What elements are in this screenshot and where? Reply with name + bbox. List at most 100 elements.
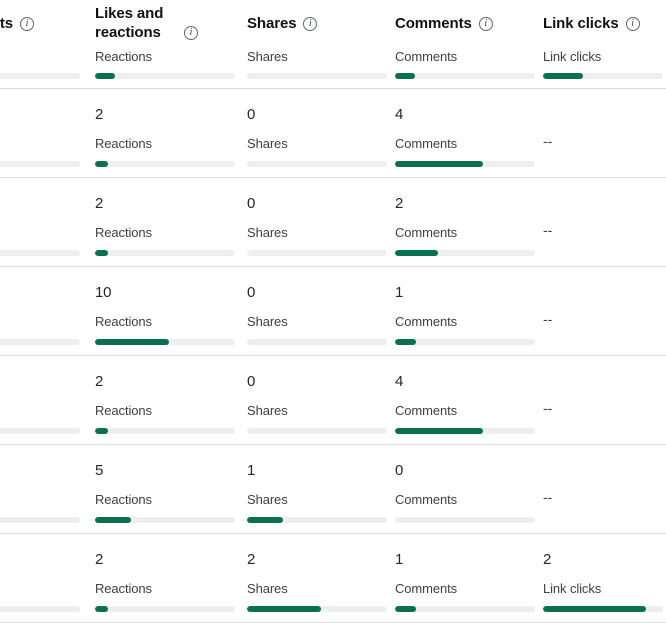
table-row[interactable]: gements 2 Reactions 0 Shares 4 Comments -- <box>0 356 666 445</box>
table-row[interactable]: gements 2 Reactions 0 Shares 4 Comments -- <box>0 89 666 178</box>
metric-bar-fill <box>395 339 416 345</box>
cell-reactions: 5 Reactions <box>95 445 235 533</box>
metric-value: 2 <box>395 195 404 212</box>
metric-label: Reactions <box>95 581 152 596</box>
cell-linkclicks: Link clicks <box>543 47 663 88</box>
metric-bar-track <box>0 73 80 79</box>
metric-bar-track <box>395 428 535 434</box>
metric-label: Comments <box>395 136 458 151</box>
metric-bar-fill <box>95 606 108 612</box>
metric-bar-fill <box>543 73 583 79</box>
table-row[interactable]: gements 5 Reactions 1 Shares 0 Comments -- <box>0 445 666 534</box>
metric-bar-track <box>0 250 80 256</box>
metric-bar-track <box>95 517 235 523</box>
table-row[interactable]: gements Reactions Shares Comments Link click… <box>0 47 666 89</box>
cell-comments: Comments <box>395 47 535 88</box>
cell-shares: 1 Shares <box>247 445 387 533</box>
metric-label: Comments <box>395 581 458 596</box>
metric-value: 4 <box>395 106 404 123</box>
column-header-linkclicks: Link clicks i <box>543 0 640 47</box>
empty-value: -- <box>543 133 553 149</box>
metric-label: Reactions <box>95 314 152 329</box>
metric-label: Shares <box>247 492 288 507</box>
cell-engagements: gements <box>0 534 80 622</box>
cell-linkclicks: -- <box>543 356 663 444</box>
metric-bar-fill <box>543 606 647 612</box>
cell-reactions: 2 Reactions <box>95 534 235 622</box>
metric-bar-track <box>247 517 387 523</box>
metric-value: 1 <box>395 551 404 568</box>
column-header-label: Link clicks <box>543 15 619 32</box>
empty-value: -- <box>543 222 553 238</box>
metric-bar-track <box>0 517 80 523</box>
empty-value: -- <box>543 489 553 505</box>
metric-bar-track <box>95 428 235 434</box>
cell-shares: 0 Shares <box>247 178 387 266</box>
metric-value: 2 <box>95 551 104 568</box>
cell-linkclicks: -- <box>543 445 663 533</box>
column-header-engagements: gements i <box>0 0 34 47</box>
metric-label: Shares <box>247 403 288 418</box>
metric-value: 1 <box>395 284 404 301</box>
metric-bar-fill <box>95 428 108 434</box>
metric-bar-track <box>247 339 387 345</box>
metric-value: 1 <box>247 462 256 479</box>
metric-value: 0 <box>247 373 256 390</box>
table-header-row: gementsiLikes and reactionsiSharesiComme… <box>0 0 666 47</box>
column-header-shares: Shares i <box>247 0 318 47</box>
metric-value: 10 <box>95 284 112 301</box>
metric-value: 2 <box>95 373 104 390</box>
metric-bar-track <box>395 161 535 167</box>
table-row[interactable]: gements 2 Reactions 2 Shares 1 Comments 2 Link c… <box>0 534 666 623</box>
cell-comments: 1 Comments <box>395 267 535 355</box>
cell-reactions: 2 Reactions <box>95 178 235 266</box>
metric-bar-track <box>543 606 663 612</box>
cell-engagements: gements <box>0 178 80 266</box>
metric-bar-fill <box>247 517 284 523</box>
metric-label: Comments <box>395 49 458 64</box>
metric-label: Reactions <box>95 403 152 418</box>
cell-shares: 0 Shares <box>247 356 387 444</box>
metric-bar-fill <box>395 161 484 167</box>
cell-shares: Shares <box>247 47 387 88</box>
metric-bar-track <box>543 73 663 79</box>
metric-bar-track <box>395 339 535 345</box>
metric-label: Link clicks <box>543 581 602 596</box>
info-icon[interactable]: i <box>625 16 640 31</box>
cell-reactions: Reactions <box>95 47 235 88</box>
metric-bar-track <box>395 606 535 612</box>
metric-bar-track <box>247 161 387 167</box>
cell-linkclicks: -- <box>543 89 663 177</box>
metric-label: Shares <box>247 225 288 240</box>
metric-value: 2 <box>543 551 552 568</box>
cell-comments: 4 Comments <box>395 356 535 444</box>
metric-bar-track <box>0 339 80 345</box>
table-row[interactable]: gements 2 Reactions 0 Shares 2 Comments -- <box>0 178 666 267</box>
table-row[interactable]: gements 10 Reactions 0 Shares 1 Comments -- <box>0 267 666 356</box>
metric-bar-track <box>95 339 235 345</box>
table-body: gements Reactions Shares Comments Link click… <box>0 47 666 623</box>
info-icon[interactable]: i <box>20 16 34 31</box>
cell-linkclicks: 2 Link clicks <box>543 534 663 622</box>
column-header-label: Shares <box>247 15 297 32</box>
metric-label: Comments <box>395 403 458 418</box>
info-icon[interactable]: i <box>184 26 198 40</box>
metric-bar-fill <box>247 606 322 612</box>
metric-bar-track <box>95 73 235 79</box>
metric-bar-fill <box>395 250 439 256</box>
metric-bar-fill <box>95 161 108 167</box>
cell-comments: 4 Comments <box>395 89 535 177</box>
column-header-reactions: Likes and reactions i <box>95 0 198 47</box>
metric-value: 4 <box>395 373 404 390</box>
info-icon[interactable]: i <box>303 16 318 31</box>
info-icon[interactable]: i <box>478 16 493 31</box>
metric-bar-fill <box>95 250 108 256</box>
metric-bar-track <box>95 161 235 167</box>
cell-linkclicks: -- <box>543 267 663 355</box>
empty-value: -- <box>543 311 553 327</box>
column-header-comments: Comments i <box>395 0 493 47</box>
metric-label: Shares <box>247 49 288 64</box>
cell-engagements: gements <box>0 267 80 355</box>
metric-label: Shares <box>247 136 288 151</box>
metric-bar-track <box>247 73 387 79</box>
